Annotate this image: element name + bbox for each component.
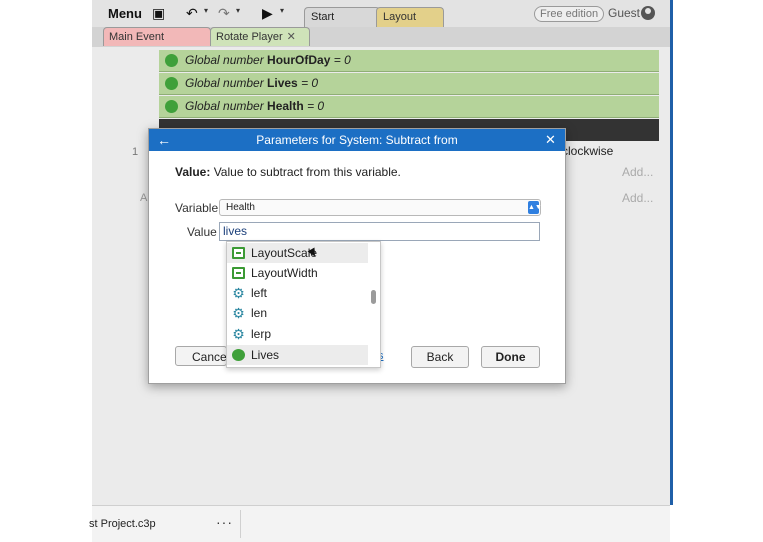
event-row-letter: A xyxy=(140,192,148,204)
autocomplete-item[interactable]: ⚙ lerp xyxy=(227,324,368,344)
autocomplete-item-label: LayoutScale xyxy=(251,246,318,260)
event-row-number: 1 xyxy=(132,146,139,158)
parameter-description: Value: Value to subtract from this varia… xyxy=(175,165,401,179)
variable-select[interactable]: Health ▲▼ xyxy=(219,199,542,216)
autocomplete-item[interactable]: LayoutScale xyxy=(227,243,368,263)
autocomplete-item-label: Lives xyxy=(251,348,280,362)
more-options-icon[interactable]: ··· xyxy=(216,514,233,530)
dialog-title: Parameters for System: Subtract from xyxy=(256,133,458,147)
back-arrow-icon[interactable]: ← xyxy=(157,131,171,149)
play-icon[interactable]: ▶ xyxy=(262,4,273,23)
globe-icon xyxy=(165,77,178,90)
tab-start-page[interactable]: Start page✕ xyxy=(304,7,380,42)
guest-label[interactable]: Guest xyxy=(608,6,640,20)
autocomplete-item[interactable]: ⚙ left xyxy=(227,283,368,303)
autocomplete-item-label: len xyxy=(251,306,268,320)
tab-main-event-sheet[interactable]: Main Event Sheet✕ xyxy=(103,27,211,61)
select-arrow-icon[interactable]: ▲▼ xyxy=(528,201,542,214)
tab-rotate-player[interactable]: Rotate Player ✕ xyxy=(210,27,310,46)
globe-icon xyxy=(165,54,178,67)
global-var-hourofday[interactable]: Global number HourOfDay = 0 xyxy=(159,50,659,72)
add-action-link[interactable]: Add... xyxy=(622,165,653,179)
undo-dropdown-icon[interactable]: ▾ xyxy=(204,6,208,15)
cancel-button[interactable]: Cancel xyxy=(175,346,229,366)
variable-select-value: Health xyxy=(226,202,255,213)
autocomplete-item-label: lerp xyxy=(251,327,272,341)
undo-icon[interactable]: ↶ xyxy=(186,4,198,23)
parameters-dialog: Parameters for System: Subtract from ← ✕… xyxy=(148,128,566,384)
gear-icon: ⚙ xyxy=(232,305,245,321)
autocomplete-item-label: left xyxy=(251,286,268,300)
value-label: Value xyxy=(187,225,217,239)
layout-icon xyxy=(232,247,245,259)
top-toolbar: Menu ▣ ↶ ▾ ↷ ▾ ▶ ▾ Start page✕ Layout 1✕… xyxy=(92,0,670,42)
autocomplete-scrollbar[interactable] xyxy=(371,290,376,304)
gear-icon: ⚙ xyxy=(232,326,245,342)
dialog-title-bar: Parameters for System: Subtract from ← ✕ xyxy=(149,129,565,151)
event-sheet-tabs: Main Event Sheet✕ Rotate Player ✕ xyxy=(92,27,670,61)
tab-label: Rotate Player xyxy=(216,31,283,43)
redo-icon[interactable]: ↷ xyxy=(218,4,230,23)
gear-icon: ⚙ xyxy=(232,285,245,301)
autocomplete-item[interactable]: LayoutWidth xyxy=(227,263,368,283)
autocomplete-item-label: LayoutWidth xyxy=(251,266,318,280)
close-tab-icon[interactable]: ✕ xyxy=(287,31,296,43)
value-input[interactable]: lives xyxy=(219,222,540,241)
layout-icon xyxy=(232,267,245,279)
global-var-text: Global number Lives = 0 xyxy=(185,76,319,90)
global-var-text: Global number Health = 0 xyxy=(185,99,325,113)
save-icon[interactable]: ▣ xyxy=(152,4,165,23)
back-button[interactable]: Back xyxy=(411,346,469,368)
project-file-name[interactable]: st Project.c3p xyxy=(89,518,156,530)
redo-dropdown-icon[interactable]: ▾ xyxy=(236,6,240,15)
status-bar: st Project.c3p ··· xyxy=(89,505,670,542)
window-edge xyxy=(670,0,673,505)
play-dropdown-icon[interactable]: ▾ xyxy=(280,6,284,15)
autocomplete-item[interactable]: Lives xyxy=(227,345,368,365)
autocomplete-item[interactable]: ⚙ len xyxy=(227,303,368,323)
autocomplete-list: LayoutScale LayoutWidth ⚙ left ⚙ len ⚙ l… xyxy=(226,241,381,368)
menu-button[interactable]: Menu xyxy=(104,4,146,23)
globe-icon xyxy=(232,349,245,361)
variable-label: Variable xyxy=(175,201,219,215)
global-var-lives[interactable]: Global number Lives = 0 xyxy=(159,73,659,95)
free-edition-badge[interactable]: Free edition xyxy=(534,6,605,22)
user-icon[interactable] xyxy=(641,6,655,20)
global-var-health[interactable]: Global number Health = 0 xyxy=(159,96,659,118)
status-divider xyxy=(240,510,241,538)
global-var-text: Global number HourOfDay = 0 xyxy=(185,53,351,67)
globe-icon xyxy=(165,100,178,113)
value-input-text: lives xyxy=(223,224,248,238)
close-icon[interactable]: ✕ xyxy=(545,130,556,150)
add-action-link[interactable]: Add... xyxy=(622,191,653,205)
tab-layout-1[interactable]: Layout 1✕ xyxy=(376,7,444,42)
done-button[interactable]: Done xyxy=(481,346,540,368)
action-text[interactable]: clockwise xyxy=(562,144,613,158)
